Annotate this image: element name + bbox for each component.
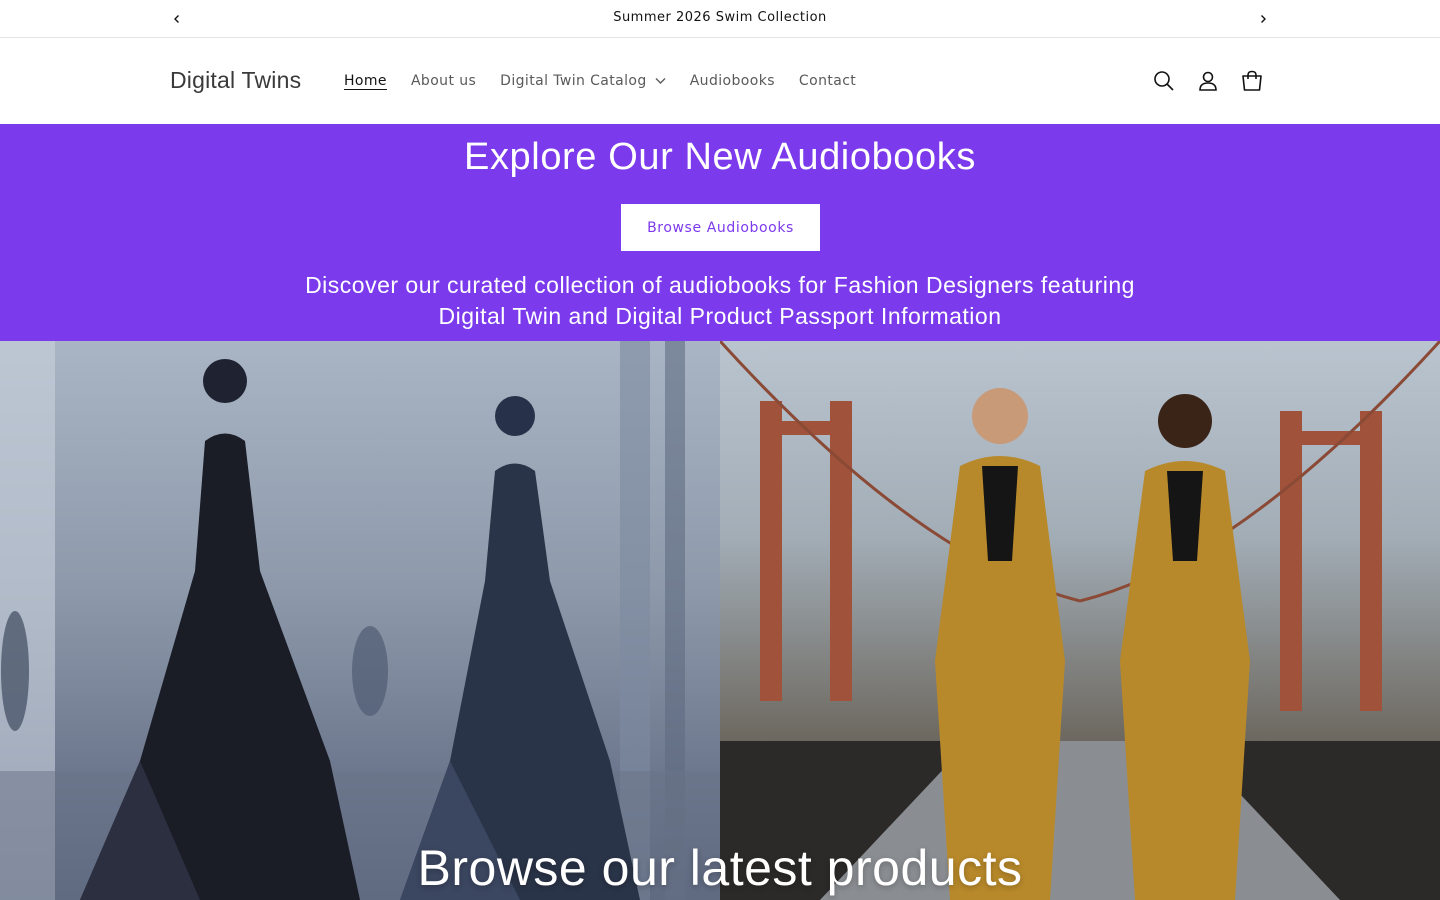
hero-section: Browse our latest products: [0, 341, 1440, 900]
search-button[interactable]: [1151, 68, 1177, 94]
hero-image-right: [718, 341, 1440, 900]
hero-image-left: [0, 341, 720, 900]
account-button[interactable]: [1195, 68, 1221, 94]
chevron-right-icon: [1261, 15, 1266, 23]
nav-item-home[interactable]: Home: [344, 73, 387, 89]
hero-title: Browse our latest products: [417, 840, 1023, 896]
site-logo[interactable]: Digital Twins: [170, 67, 301, 94]
bridge-runway-illustration: [718, 341, 1440, 900]
banner-title: Explore Our New Audiobooks: [464, 136, 976, 178]
audiobooks-banner: Explore Our New Audiobooks Browse Audiob…: [0, 124, 1440, 341]
nav-item-digital-twin-catalog[interactable]: Digital Twin Catalog: [500, 73, 666, 89]
nav-item-contact[interactable]: Contact: [799, 73, 856, 89]
cart-button[interactable]: [1239, 68, 1265, 94]
nav-item-audiobooks[interactable]: Audiobooks: [690, 73, 775, 89]
announcement-bar: Summer 2026 Swim Collection: [0, 0, 1440, 38]
header-icons: [1151, 68, 1283, 94]
nav-item-about-us[interactable]: About us: [411, 73, 476, 89]
announcement-text: Summer 2026 Swim Collection: [613, 10, 827, 25]
banner-description: Discover our curated collection of audio…: [305, 272, 1135, 329]
cart-icon: [1242, 70, 1262, 91]
runway-gowns-illustration: [0, 341, 720, 900]
account-icon: [1199, 71, 1217, 91]
search-icon: [1154, 71, 1174, 91]
main-nav: Home About us Digital Twin Catalog Audio…: [344, 73, 880, 89]
chevron-down-icon: [655, 77, 666, 85]
browse-audiobooks-button[interactable]: Browse Audiobooks: [621, 204, 820, 251]
announcement-next-button[interactable]: [1253, 9, 1273, 29]
nav-item-label: Digital Twin Catalog: [500, 73, 647, 89]
site-header: Digital Twins Home About us Digital Twin…: [0, 39, 1440, 124]
